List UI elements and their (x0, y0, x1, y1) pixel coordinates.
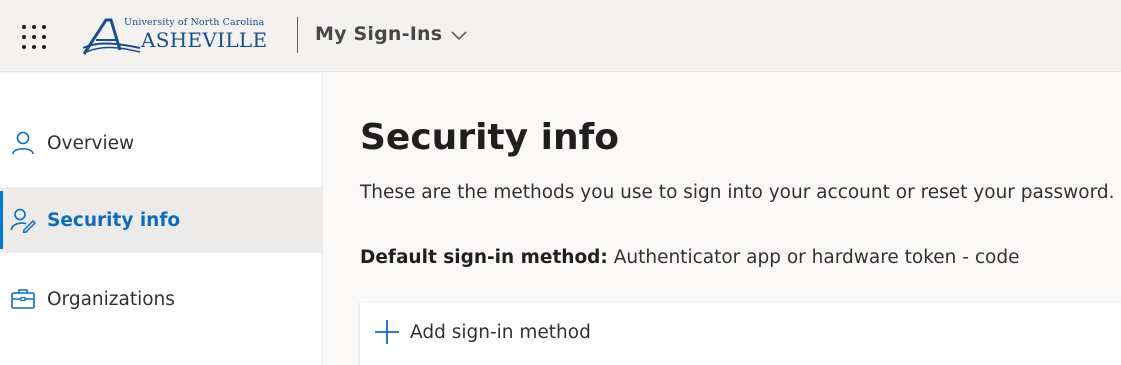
sidebar-item-organizations[interactable]: Organizations (0, 266, 322, 332)
sidebar-item-overview[interactable]: Overview (0, 110, 322, 176)
logo-line-asheville: ASHEVILLE (141, 28, 268, 52)
sign-in-methods-card: Add sign-in method (360, 302, 1121, 365)
app-launcher-icon[interactable] (19, 22, 49, 52)
page-title: Security info (360, 117, 619, 158)
default-method-value: Authenticator app or hardware token - co… (613, 247, 1020, 268)
sidebar-item-security-info[interactable]: Security info (0, 187, 322, 253)
sidebar-item-label: Overview (47, 132, 135, 154)
person-edit-icon (10, 208, 36, 233)
sidebar-nav: Overview Security info Organizations (0, 73, 323, 365)
logo-line-university: University of North Carolina (124, 17, 265, 28)
sidebar-item-label: Security info (47, 209, 181, 231)
app-switcher-button[interactable]: My Sign-Ins (315, 23, 467, 45)
add-sign-in-method-label: Add sign-in method (410, 321, 591, 343)
header-divider (297, 17, 298, 53)
person-icon (12, 131, 34, 155)
add-sign-in-method-button[interactable]: Add sign-in method (374, 319, 591, 345)
plus-icon (375, 320, 399, 344)
sidebar-item-label: Organizations (47, 288, 175, 310)
chevron-down-icon (451, 31, 467, 41)
briefcase-icon (11, 289, 35, 309)
app-name: My Sign-Ins (315, 23, 443, 45)
page-description: These are the methods you use to sign in… (360, 182, 1115, 203)
default-sign-in-method: Default sign-in method: Authenticator ap… (360, 247, 1019, 268)
organization-logo: University of North Carolina ASHEVILLE (82, 14, 282, 58)
top-bar: University of North Carolina ASHEVILLE M… (0, 0, 1121, 72)
default-method-label: Default sign-in method: (360, 247, 608, 268)
main-content: Security info These are the methods you … (324, 73, 1121, 365)
